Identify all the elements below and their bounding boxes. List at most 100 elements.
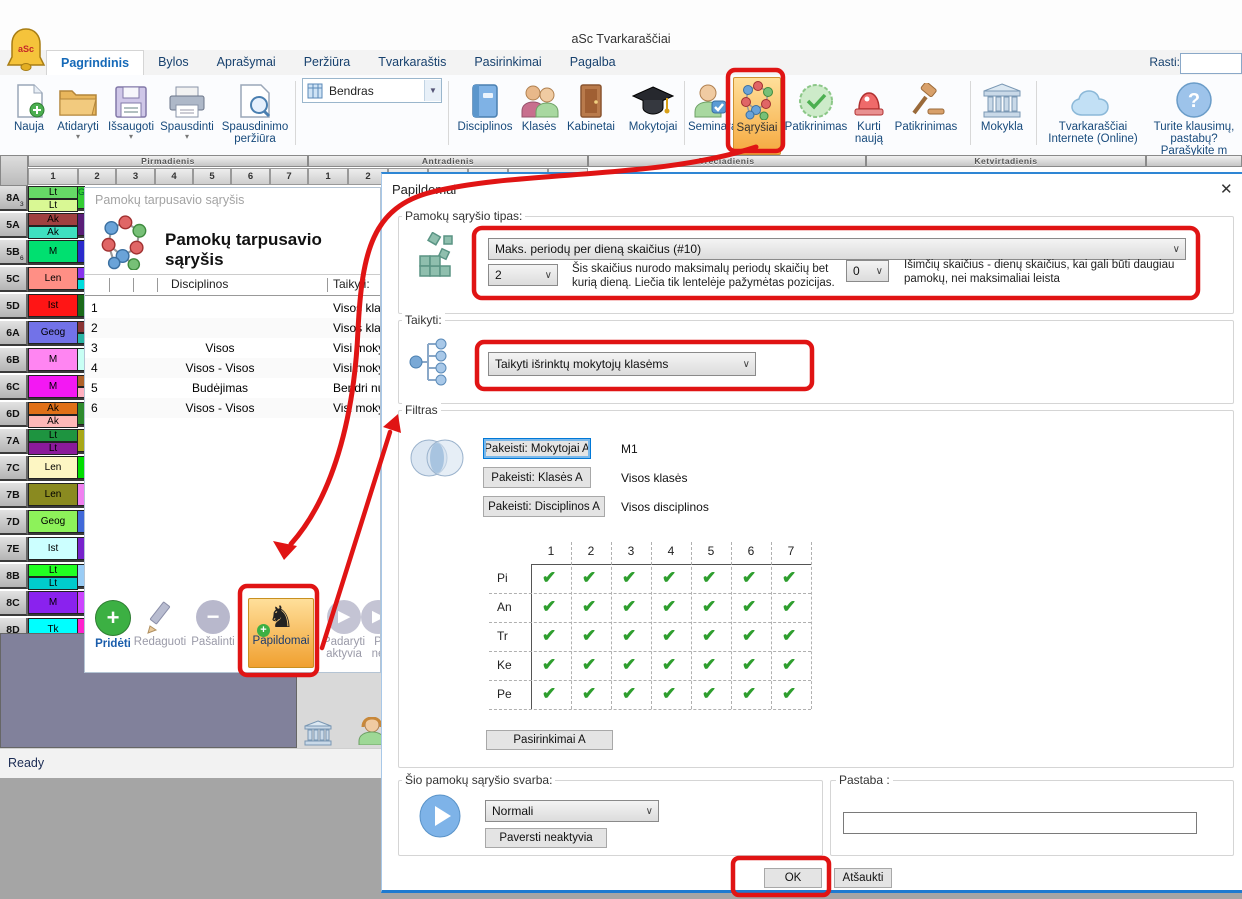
class-label[interactable]: 8B bbox=[0, 564, 28, 589]
check-icon[interactable]: ✔ bbox=[742, 684, 756, 704]
ribbon-button-patikrinimas-2[interactable]: Patikrinimas bbox=[890, 77, 962, 153]
chevron-down-icon[interactable]: ▾ bbox=[104, 133, 158, 140]
ribbon-button-seminarai[interactable]: Seminarai bbox=[688, 77, 732, 153]
ribbon-button-spausdinti[interactable]: Spausdinti▾ bbox=[158, 77, 216, 153]
action-button-papildomai[interactable]: ♞+Papildomai bbox=[248, 598, 314, 668]
lesson-card[interactable]: Ist bbox=[28, 294, 78, 317]
filter-button-pakeisti-disciplinos[interactable]: Pakeisti: Disciplinos A bbox=[483, 496, 605, 517]
table-row[interactable]: 3VisosVisi moky bbox=[85, 338, 381, 358]
cancel-button[interactable]: Atšaukti bbox=[834, 868, 892, 888]
check-icon[interactable]: ✔ bbox=[742, 597, 756, 617]
ribbon-button-patikrinimas-1[interactable]: Patikrinimas bbox=[784, 77, 848, 153]
lesson-cell[interactable]: Len bbox=[28, 267, 78, 292]
ok-button[interactable]: OK bbox=[764, 868, 822, 888]
ribbon-button-klausimai[interactable]: ?Turite klausimų, pastabų? Parašykite m bbox=[1146, 77, 1242, 153]
lesson-cell[interactable]: Geog bbox=[28, 321, 78, 346]
lesson-cell[interactable]: M bbox=[28, 348, 78, 373]
tab-peržiūra[interactable]: Peržiūra bbox=[290, 50, 365, 75]
lesson-cell[interactable]: M bbox=[28, 591, 78, 616]
check-icon[interactable]: ✔ bbox=[782, 655, 796, 675]
lesson-cell[interactable]: LtLt bbox=[28, 186, 78, 211]
check-icon[interactable]: ✔ bbox=[542, 655, 556, 675]
ribbon-button-issaugoti[interactable]: Išsaugoti▾ bbox=[104, 77, 158, 153]
ribbon-button-sarysiai[interactable]: Sąryšiai bbox=[733, 77, 781, 155]
close-icon[interactable]: ✕ bbox=[1220, 180, 1233, 198]
lesson-card[interactable]: Ak bbox=[28, 213, 78, 226]
check-icon[interactable]: ✔ bbox=[782, 568, 796, 588]
check-icon[interactable]: ✔ bbox=[702, 597, 716, 617]
tab-pagrindinis[interactable]: Pagrindinis bbox=[46, 50, 144, 75]
check-icon[interactable]: ✔ bbox=[662, 655, 676, 675]
lesson-card[interactable]: Len bbox=[28, 267, 78, 290]
check-icon[interactable]: ✔ bbox=[542, 568, 556, 588]
action-button-redaguoti[interactable]: Redaguoti bbox=[130, 600, 190, 648]
apply-to-dropdown[interactable]: Taikyti išrinktų mokytojų klasėms∨ bbox=[488, 352, 756, 376]
lesson-cell[interactable]: Geog bbox=[28, 510, 78, 535]
ribbon-button-mokykla[interactable]: Mokykla bbox=[974, 77, 1030, 153]
filter-button-pakeisti-mokytojai[interactable]: Pakeisti: Mokytojai A bbox=[483, 438, 591, 459]
check-icon[interactable]: ✔ bbox=[582, 597, 596, 617]
view-combo[interactable]: Bendras ▼ bbox=[302, 78, 442, 103]
tab-bylos[interactable]: Bylos bbox=[144, 50, 203, 75]
check-icon[interactable]: ✔ bbox=[702, 568, 716, 588]
ribbon-button-tvarkarasciai-internete[interactable]: Tvarkaraščiai Internete (Online) bbox=[1040, 77, 1146, 153]
table-row[interactable]: 6Visos - VisosVisi moky bbox=[85, 398, 381, 418]
check-icon[interactable]: ✔ bbox=[702, 626, 716, 646]
lesson-card[interactable]: M bbox=[28, 375, 78, 398]
check-icon[interactable]: ✔ bbox=[582, 684, 596, 704]
ribbon-button-kurti-nauja[interactable]: Kurti naują bbox=[848, 77, 890, 153]
find-input[interactable] bbox=[1180, 53, 1242, 74]
column-apply[interactable]: Taikyti: bbox=[333, 277, 370, 291]
check-icon[interactable]: ✔ bbox=[542, 684, 556, 704]
selections-a-button[interactable]: Pasirinkimai A bbox=[486, 730, 613, 750]
lesson-card[interactable]: Lt bbox=[28, 564, 78, 577]
ribbon-button-mokytojai[interactable]: Mokytojai bbox=[621, 77, 685, 153]
chevron-down-icon[interactable]: ▼ bbox=[424, 80, 441, 101]
lesson-cell[interactable]: M bbox=[28, 375, 78, 400]
check-icon[interactable]: ✔ bbox=[782, 684, 796, 704]
lesson-card[interactable]: Lt bbox=[28, 442, 78, 455]
lesson-card[interactable]: Tk bbox=[28, 618, 78, 633]
lesson-cell[interactable]: Len bbox=[28, 456, 78, 481]
class-label[interactable]: 8D bbox=[0, 618, 28, 633]
lesson-cell[interactable]: Len bbox=[28, 483, 78, 508]
lesson-card[interactable]: Len bbox=[28, 483, 78, 506]
exceptions-count-dropdown[interactable]: 0∨ bbox=[846, 260, 889, 282]
class-label[interactable]: 7A bbox=[0, 429, 28, 454]
action-button-paversti-neaktyvia-partial[interactable]: ▶P ne bbox=[348, 600, 381, 660]
asc-bell-icon[interactable]: aSc bbox=[6, 26, 46, 77]
class-label[interactable]: 6A bbox=[0, 321, 28, 346]
check-icon[interactable]: ✔ bbox=[542, 597, 556, 617]
lesson-cell[interactable]: M bbox=[28, 240, 78, 265]
ribbon-button-nauja[interactable]: Nauja bbox=[6, 77, 52, 153]
class-label[interactable]: 5C bbox=[0, 267, 28, 292]
check-icon[interactable]: ✔ bbox=[622, 655, 636, 675]
lesson-card[interactable]: Geog bbox=[28, 510, 78, 533]
class-label[interactable]: 6D bbox=[0, 402, 28, 427]
check-icon[interactable]: ✔ bbox=[702, 655, 716, 675]
lesson-card[interactable]: Ak bbox=[28, 415, 78, 428]
lesson-cell[interactable]: AkAk bbox=[28, 213, 78, 238]
ribbon-button-disciplinos[interactable]: Disciplinos bbox=[453, 77, 517, 153]
lesson-cell[interactable]: LtLt bbox=[28, 429, 78, 454]
ribbon-button-spausdinimo-perziura[interactable]: Spausdinimo peržiūra bbox=[216, 77, 294, 153]
lesson-card[interactable]: Lt bbox=[28, 199, 78, 212]
class-label[interactable]: 8A3 bbox=[0, 186, 28, 211]
lesson-card[interactable]: Len bbox=[28, 456, 78, 479]
ribbon-button-atidaryti[interactable]: Atidaryti▾ bbox=[52, 77, 104, 153]
lesson-card[interactable]: Lt bbox=[28, 429, 78, 442]
check-icon[interactable]: ✔ bbox=[662, 684, 676, 704]
table-row[interactable]: 4Visos - VisosVisi moky bbox=[85, 358, 381, 378]
chevron-down-icon[interactable]: ▾ bbox=[158, 133, 216, 140]
check-icon[interactable]: ✔ bbox=[622, 597, 636, 617]
check-icon[interactable]: ✔ bbox=[582, 626, 596, 646]
check-icon[interactable]: ✔ bbox=[782, 626, 796, 646]
class-label[interactable]: 7D bbox=[0, 510, 28, 535]
column-disciplines[interactable]: Disciplinos bbox=[171, 277, 228, 291]
check-icon[interactable]: ✔ bbox=[582, 568, 596, 588]
class-label[interactable]: 5B6 bbox=[0, 240, 28, 265]
ribbon-button-kabinetai[interactable]: Kabinetai bbox=[561, 77, 621, 153]
max-periods-count-dropdown[interactable]: 2∨ bbox=[488, 264, 558, 286]
lesson-card[interactable]: M bbox=[28, 240, 78, 263]
check-icon[interactable]: ✔ bbox=[662, 597, 676, 617]
